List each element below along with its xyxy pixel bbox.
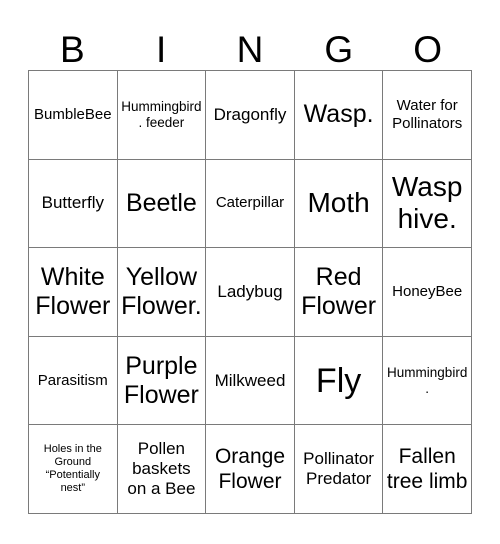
- bingo-cell-label: Wasp.: [303, 100, 374, 129]
- bingo-cell-r2c2[interactable]: Beetle: [117, 159, 207, 249]
- bingo-cell-r5c3[interactable]: Orange Flower: [206, 425, 295, 514]
- bingo-cell-r1c3[interactable]: Dragonfly: [206, 71, 295, 160]
- bingo-cell-label: Pollen baskets on a Bee: [127, 439, 196, 499]
- bingo-cell-label: Milkweed: [214, 370, 286, 390]
- bingo-cell-label: Dragonfly: [213, 104, 287, 124]
- bingo-header-letter-b: B: [60, 29, 85, 70]
- bingo-cell-label: Moth: [307, 187, 370, 219]
- bingo-cell-label: Hummingbird.: [387, 364, 468, 396]
- bingo-header: BINGO: [28, 14, 472, 70]
- bingo-cell-r2c3[interactable]: Caterpillar: [206, 159, 295, 249]
- bingo-cell-r3c3[interactable]: Ladybug: [206, 248, 295, 337]
- bingo-cell-label: Parasitism: [37, 371, 108, 389]
- bingo-cell-label: Fallen tree limb: [386, 445, 468, 494]
- bingo-cell-label: Caterpillar: [215, 194, 285, 212]
- bingo-cell-label: HoneyBee: [392, 282, 463, 300]
- bingo-cell-r5c2[interactable]: Pollen baskets on a Bee: [117, 425, 207, 514]
- bingo-cell-label: Pollinator Predator: [303, 449, 375, 489]
- bingo-cell-r2c5[interactable]: Wasp hive.: [383, 159, 472, 249]
- bingo-cell-label: BumbleBee: [34, 105, 112, 123]
- bingo-cell-r2c1[interactable]: Butterfly: [29, 159, 118, 249]
- bingo-cell-label: White Flower: [35, 262, 111, 320]
- bingo-cell-r4c3[interactable]: Milkweed: [206, 336, 295, 426]
- bingo-cell-r5c4[interactable]: Pollinator Predator: [294, 425, 384, 514]
- bingo-cell-r4c4[interactable]: Fly: [294, 336, 384, 426]
- bingo-cell-r5c5[interactable]: Fallen tree limb: [383, 425, 472, 514]
- bingo-cell-r1c2[interactable]: Hummingbird. feeder: [117, 71, 207, 160]
- bingo-grid: BumbleBee Hummingbird. feeder Dragonfly Was…: [28, 70, 472, 514]
- bingo-cell-label: Red Flower: [301, 262, 377, 320]
- bingo-header-letter-i: I: [156, 29, 167, 70]
- bingo-cell-r2c4[interactable]: Moth: [294, 159, 384, 249]
- bingo-cell-r3c5[interactable]: HoneyBee: [383, 248, 472, 337]
- bingo-header-letter-n: N: [236, 29, 264, 70]
- bingo-cell-label: Wasp hive.: [391, 171, 463, 235]
- bingo-cell-label: Purple Flower: [123, 351, 199, 409]
- bingo-cell-r1c1[interactable]: BumbleBee: [29, 71, 118, 160]
- bingo-cell-label: Butterfly: [41, 193, 104, 213]
- bingo-cell-label: Holes in the Ground “Potentially nest”: [43, 443, 102, 495]
- bingo-cell-label: Hummingbird. feeder: [121, 98, 202, 130]
- bingo-cell-r1c4[interactable]: Wasp.: [294, 71, 384, 160]
- bingo-cell-label: Water for Pollinators: [392, 96, 463, 132]
- bingo-cell-r4c5[interactable]: Hummingbird.: [383, 336, 472, 426]
- bingo-cell-r3c2[interactable]: Yellow Flower.: [117, 248, 207, 337]
- bingo-cell-r5c1[interactable]: Holes in the Ground “Potentially nest”: [29, 425, 118, 514]
- bingo-cell-r1c5[interactable]: Water for Pollinators: [383, 71, 472, 160]
- bingo-header-letter-g: G: [324, 29, 354, 70]
- bingo-header-letter-o: O: [413, 29, 442, 70]
- bingo-cell-r4c1[interactable]: Parasitism: [29, 336, 118, 426]
- bingo-cell-r3c1[interactable]: White Flower: [29, 248, 118, 337]
- bingo-card: B I N G O BumbleBee Hummingbird. feeder Dragon…: [0, 0, 500, 544]
- bingo-cell-label: Orange Flower: [214, 445, 286, 494]
- bingo-cell-label: Beetle: [125, 188, 197, 217]
- bingo-cell-label: Fly: [315, 361, 362, 400]
- bingo-cell-r4c2[interactable]: Purple Flower: [117, 336, 207, 426]
- bingo-cell-label: Ladybug: [217, 281, 283, 301]
- bingo-cell-r3c4[interactable]: Red Flower: [294, 248, 384, 337]
- bingo-cell-label: Yellow Flower.: [121, 262, 202, 320]
